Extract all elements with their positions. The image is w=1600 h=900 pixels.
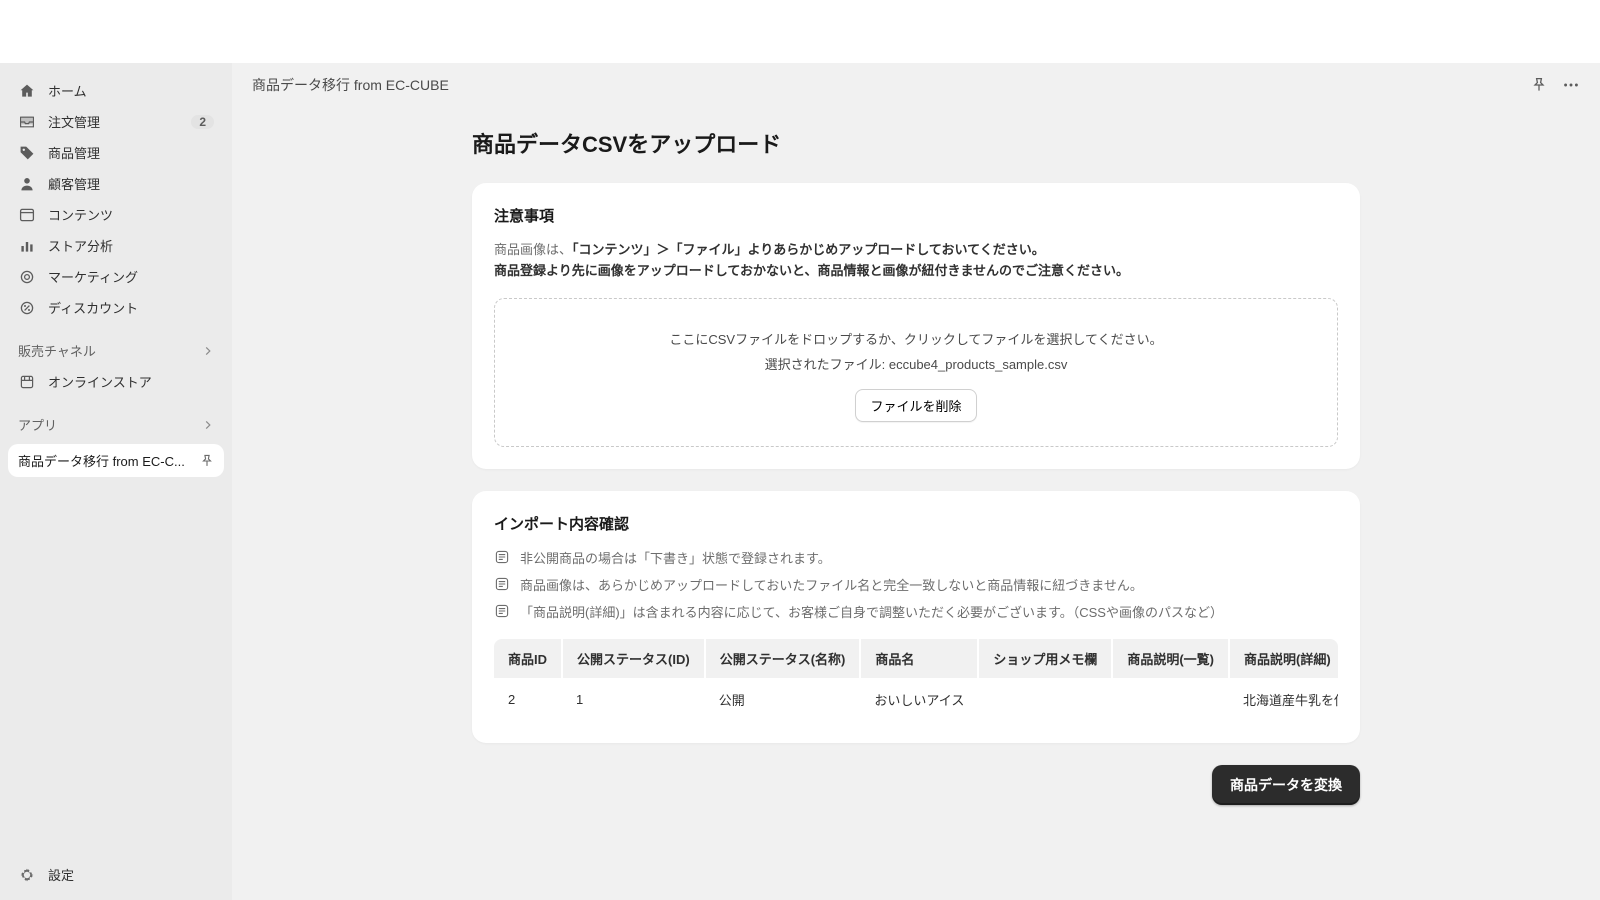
app-pill-label: 商品データ移行 from EC-C... [18, 451, 185, 470]
home-icon [18, 82, 36, 100]
import-note-text: 「商品説明(詳細)」は含まれる内容に応じて、お客様ご自身で調整いただく必要がござ… [520, 602, 1223, 621]
col-shop-memo: ショップ用メモ欄 [978, 639, 1112, 678]
col-publish-status-id: 公開ステータス(ID) [562, 639, 705, 678]
notice-line1-bold: 「コンテンツ」＞「ファイル」よりあらかじめアップロードしておいてください。 [572, 242, 1045, 257]
note-icon [494, 603, 510, 619]
sidebar: ホーム 注文管理 2 商品管理 顧客管理 コンテンツ [0, 63, 232, 900]
settings-label: 設定 [48, 865, 74, 884]
cell: 北海道産牛乳を使用したおい [1229, 678, 1338, 721]
analytics-icon [18, 237, 36, 255]
cell [1112, 678, 1229, 721]
notice-heading: 注意事項 [494, 205, 1338, 226]
topbar-spacer [0, 0, 1600, 63]
note-icon [494, 576, 510, 592]
chevron-right-icon [202, 345, 214, 357]
store-icon [18, 373, 36, 391]
convert-button[interactable]: 商品データを変換 [1212, 765, 1360, 805]
import-note: 非公開商品の場合は「下書き」状態で登録されます。 [494, 548, 1338, 567]
import-heading: インポート内容確認 [494, 513, 1338, 534]
selected-file-name: eccube4_products_sample.csv [889, 357, 1068, 372]
csv-dropzone[interactable]: ここにCSVファイルをドロップするか、クリックしてファイルを選択してください。 … [494, 298, 1338, 447]
sidebar-item-products[interactable]: 商品管理 [8, 137, 224, 168]
import-note: 商品画像は、あらかじめアップロードしておいたファイル名と完全一致しないと商品情報… [494, 575, 1338, 594]
col-description-detail: 商品説明(詳細) [1229, 639, 1338, 678]
sidebar-item-content[interactable]: コンテンツ [8, 199, 224, 230]
dropzone-instruction: ここにCSVファイルをドロップするか、クリックしてファイルを選択してください。 [511, 329, 1321, 348]
table-header-row: 商品ID 公開ステータス(ID) 公開ステータス(名称) 商品名 ショップ用メモ… [494, 639, 1338, 678]
sidebar-item-label: オンラインストア [48, 372, 214, 391]
sidebar-item-label: コンテンツ [48, 205, 214, 224]
gear-icon [18, 866, 36, 884]
sidebar-item-online-store[interactable]: オンラインストア [8, 366, 224, 397]
delete-file-button[interactable]: ファイルを削除 [855, 389, 976, 422]
sidebar-item-label: ストア分析 [48, 236, 214, 255]
apps-header[interactable]: アプリ [8, 409, 224, 440]
cell [978, 678, 1112, 721]
sidebar-item-orders[interactable]: 注文管理 2 [8, 106, 224, 137]
sidebar-app-pill[interactable]: 商品データ移行 from EC-C... [8, 444, 224, 477]
sidebar-item-label: ディスカウント [48, 298, 214, 317]
sidebar-item-label: ホーム [48, 81, 214, 100]
sidebar-item-settings[interactable]: 設定 [8, 857, 224, 892]
import-table: 商品ID 公開ステータス(ID) 公開ステータス(名称) 商品名 ショップ用メモ… [494, 639, 1338, 721]
notice-line2-bold: 商品登録より先に画像をアップロードしておかないと、商品情報と画像が紐付きませんの… [494, 263, 1129, 278]
page-header: 商品データ移行 from EC-CUBE [232, 63, 1600, 107]
sidebar-item-label: 商品管理 [48, 143, 214, 162]
sales-channel-label: 販売チャネル [18, 341, 96, 360]
import-note-text: 商品画像は、あらかじめアップロードしておいたファイル名と完全一致しないと商品情報… [520, 575, 1143, 594]
notice-line1-light: 商品画像は、 [494, 242, 572, 257]
page-title: 商品データCSVをアップロード [472, 127, 1360, 159]
sidebar-item-label: 顧客管理 [48, 174, 214, 193]
content-icon [18, 206, 36, 224]
target-icon [18, 268, 36, 286]
cell: 1 [562, 678, 705, 721]
import-note-text: 非公開商品の場合は「下書き」状態で登録されます。 [520, 548, 831, 567]
selected-file-prefix: 選択されたファイル: [765, 357, 889, 372]
import-confirm-card: インポート内容確認 非公開商品の場合は「下書き」状態で登録されます。 商品画像は… [472, 491, 1360, 743]
pin-icon[interactable] [200, 454, 214, 468]
sidebar-item-analytics[interactable]: ストア分析 [8, 230, 224, 261]
import-table-wrap: 商品ID 公開ステータス(ID) 公開ステータス(名称) 商品名 ショップ用メモ… [494, 639, 1338, 721]
orders-badge: 2 [191, 115, 214, 129]
inbox-icon [18, 113, 36, 131]
import-note: 「商品説明(詳細)」は含まれる内容に応じて、お客様ご自身で調整いただく必要がござ… [494, 602, 1338, 621]
cell: 公開 [705, 678, 861, 721]
col-description-list: 商品説明(一覧) [1112, 639, 1229, 678]
note-icon [494, 549, 510, 565]
pin-icon[interactable] [1530, 76, 1548, 94]
sidebar-item-home[interactable]: ホーム [8, 75, 224, 106]
app-title: 商品データ移行 from EC-CUBE [252, 75, 449, 95]
cell: 2 [494, 678, 562, 721]
sidebar-item-customers[interactable]: 顧客管理 [8, 168, 224, 199]
person-icon [18, 175, 36, 193]
sidebar-item-discounts[interactable]: ディスカウント [8, 292, 224, 323]
more-icon[interactable] [1562, 76, 1580, 94]
main-content: 商品データ移行 from EC-CUBE 商品データCSVをアップロード 注意事… [232, 63, 1600, 900]
tag-icon [18, 144, 36, 162]
cell: おいしいアイス [860, 678, 978, 721]
col-publish-status-name: 公開ステータス(名称) [705, 639, 861, 678]
sidebar-item-label: 注文管理 [48, 112, 179, 131]
discount-icon [18, 299, 36, 317]
chevron-right-icon [202, 419, 214, 431]
col-product-name: 商品名 [860, 639, 978, 678]
notice-card: 注意事項 商品画像は、「コンテンツ」＞「ファイル」よりあらかじめアップロードして… [472, 183, 1360, 469]
sales-channel-header[interactable]: 販売チャネル [8, 335, 224, 366]
sidebar-item-label: マーケティング [48, 267, 214, 286]
sidebar-item-marketing[interactable]: マーケティング [8, 261, 224, 292]
apps-label: アプリ [18, 415, 57, 434]
col-product-id: 商品ID [494, 639, 562, 678]
table-row: 2 1 公開 おいしいアイス 北海道産牛乳を使用したおい [494, 678, 1338, 721]
